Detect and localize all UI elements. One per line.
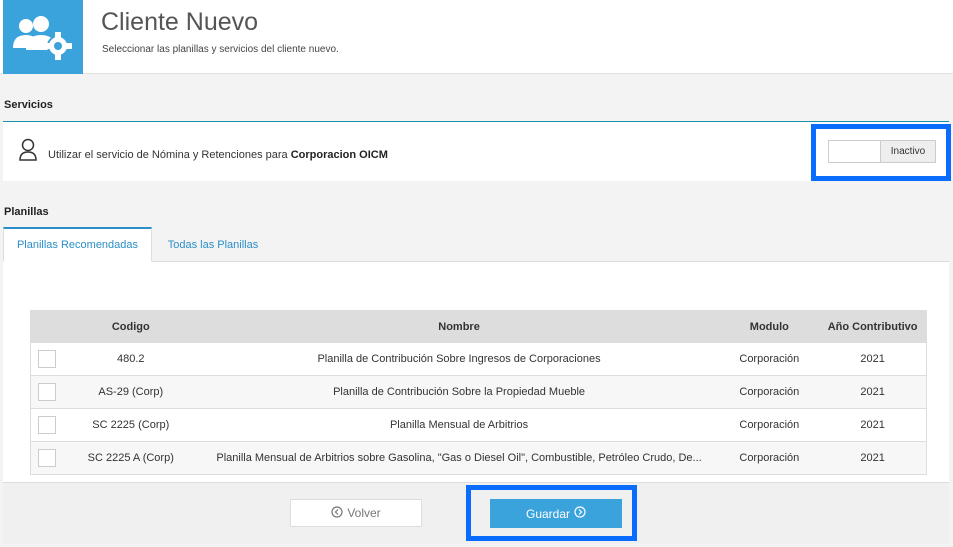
row-anio: 2021 bbox=[860, 353, 885, 365]
header-anio: Año Contributivo bbox=[827, 320, 918, 333]
row-checkbox[interactable] bbox=[37, 416, 56, 434]
row-checkbox[interactable] bbox=[37, 449, 56, 467]
row-codigo: AS-29 (Corp) bbox=[98, 386, 164, 398]
row-checkbox[interactable] bbox=[37, 383, 56, 401]
servicio-company: Corporacion OICM bbox=[290, 149, 388, 161]
row-anio: 2021 bbox=[860, 419, 885, 431]
row-codigo: SC 2225 (Corp) bbox=[92, 419, 170, 431]
header-modulo: Modulo bbox=[749, 320, 789, 333]
page-title: Cliente Nuevo bbox=[101, 8, 259, 36]
row-modulo: Corporación bbox=[739, 386, 800, 398]
row-modulo: Corporación bbox=[739, 452, 800, 464]
row-modulo: Corporación bbox=[739, 353, 800, 365]
page-subtitle: Seleccionar las planillas y servicios de… bbox=[102, 44, 339, 55]
table-row: SC 2225 (Corp) Planilla Mensual de Arbit… bbox=[31, 408, 926, 441]
tab-todas-las-planillas[interactable]: Todas las Planillas bbox=[153, 227, 273, 262]
servicio-description: Utilizar el servicio de Nómina y Retenci… bbox=[48, 149, 388, 161]
table-row: SC 2225 A (Corp) Planilla Mensual de Arb… bbox=[31, 441, 926, 474]
row-checkbox[interactable] bbox=[37, 350, 56, 368]
page-header: Cliente Nuevo Seleccionar las planillas … bbox=[0, 0, 953, 74]
back-circle-icon bbox=[331, 505, 343, 521]
planillas-table: Codigo Nombre Modulo Año Contributivo 48… bbox=[30, 310, 927, 475]
row-codigo: SC 2225 A (Corp) bbox=[87, 452, 174, 464]
users-gear-icon bbox=[3, 0, 83, 74]
toggle-highlight-frame bbox=[811, 124, 951, 181]
user-outline-icon bbox=[18, 138, 38, 167]
row-nombre: Planilla de Contribución Sobre la Propie… bbox=[333, 386, 585, 398]
header-codigo: Codigo bbox=[111, 320, 150, 333]
planillas-tabs: Planillas Recomendadas Todas las Planill… bbox=[3, 227, 949, 262]
servicios-section-label: Servicios bbox=[4, 99, 53, 111]
volver-label: Volver bbox=[347, 506, 381, 520]
servicio-card: Utilizar el servicio de Nómina y Retenci… bbox=[3, 121, 949, 181]
tab-planillas-recomendadas[interactable]: Planillas Recomendadas bbox=[3, 227, 152, 262]
table-row: 480.2 Planilla de Contribución Sobre Ing… bbox=[31, 342, 926, 375]
row-anio: 2021 bbox=[860, 452, 885, 464]
save-highlight-frame bbox=[466, 485, 637, 541]
row-anio: 2021 bbox=[860, 386, 885, 398]
planillas-section-label: Planillas bbox=[4, 206, 49, 218]
table-header: Codigo Nombre Modulo Año Contributivo bbox=[31, 311, 926, 342]
row-codigo: 480.2 bbox=[117, 353, 145, 365]
header-nombre: Nombre bbox=[438, 320, 480, 333]
table-row: AS-29 (Corp) Planilla de Contribución So… bbox=[31, 375, 926, 408]
servicio-text: Utilizar el servicio de Nómina y Retenci… bbox=[48, 149, 291, 161]
row-nombre: Planilla de Contribución Sobre Ingresos … bbox=[317, 353, 601, 365]
volver-button[interactable]: Volver bbox=[290, 499, 422, 527]
row-nombre: Planilla Mensual de Arbitrios sobre Gaso… bbox=[216, 452, 702, 464]
row-modulo: Corporación bbox=[739, 419, 800, 431]
row-nombre: Planilla Mensual de Arbitrios bbox=[389, 419, 529, 431]
